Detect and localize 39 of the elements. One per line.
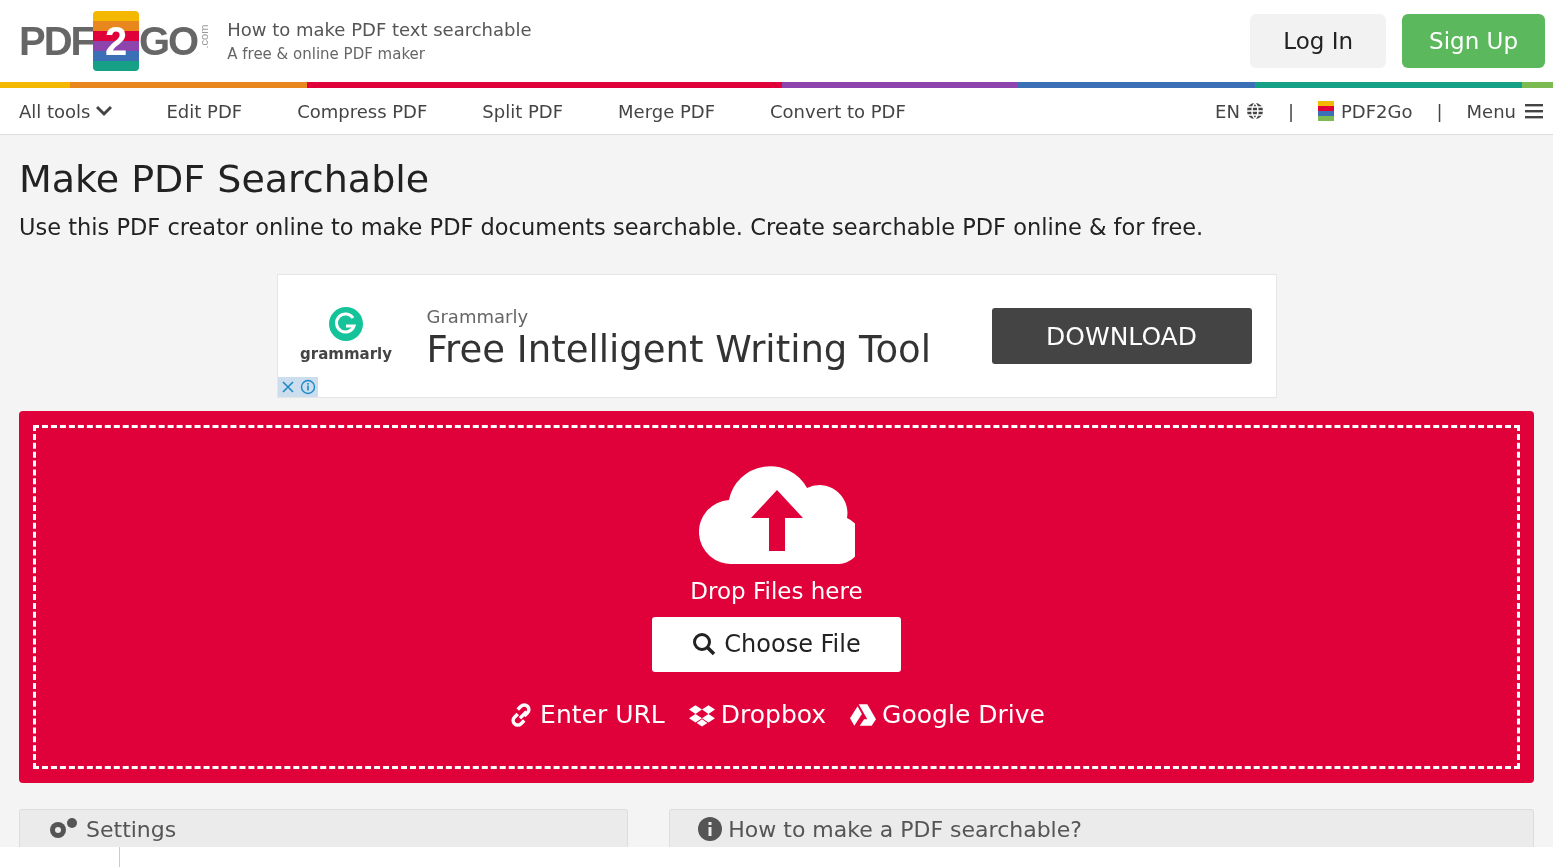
ad-logo-text: grammarly xyxy=(300,344,392,366)
language-selector[interactable]: EN xyxy=(1215,97,1264,125)
panel-header[interactable]: Settings xyxy=(19,809,629,848)
grammarly-logo-icon xyxy=(329,307,363,342)
info-icon xyxy=(297,377,318,398)
panel-title: Settings xyxy=(86,816,177,845)
nav-link[interactable]: Compress PDF xyxy=(297,97,428,125)
close-icon xyxy=(277,377,298,398)
panel-title: How to make a PDF searchable? xyxy=(728,816,1082,845)
nav-link[interactable]: All tools xyxy=(19,97,112,125)
page-description: Use this PDF creator online to make PDF documents searchable. Create searchable PDF online & for free. xyxy=(19,212,1205,242)
log-in-button[interactable]: Log In xyxy=(1250,13,1387,69)
brand-link[interactable]: PDF2Go xyxy=(1318,97,1413,125)
ad-advertiser: Grammarly xyxy=(426,304,530,329)
download-button[interactable]: DOWNLOAD xyxy=(991,308,1252,365)
separator: | xyxy=(1287,99,1294,124)
nav-link[interactable]: Convert to PDF xyxy=(770,97,906,125)
separator: | xyxy=(1436,99,1443,124)
site-tagline: How to make PDF text searchable xyxy=(227,18,532,43)
nav-link[interactable]: Merge PDF xyxy=(618,97,715,125)
nav-link[interactable]: Edit PDF xyxy=(166,97,243,125)
page-title: Make PDF Searchable xyxy=(19,157,431,203)
site-subtitle: A free & online PDF maker xyxy=(227,44,426,66)
globe-icon xyxy=(1245,102,1264,120)
drive-icon xyxy=(850,701,877,728)
menu-button[interactable]: Menu xyxy=(1466,97,1543,125)
upload-source-link[interactable]: Google Drive xyxy=(850,695,1045,734)
search-icon xyxy=(692,632,717,657)
upload-source-link[interactable]: Enter URL xyxy=(508,695,665,734)
panel-header[interactable]: How to make a PDF searchable? xyxy=(669,809,1534,848)
info-icon xyxy=(698,817,723,842)
upload-source-link[interactable]: Dropbox xyxy=(688,695,827,734)
menu-icon xyxy=(1525,103,1543,119)
document-icon xyxy=(1318,101,1334,121)
nav-link[interactable]: Split PDF xyxy=(482,97,564,125)
ad-headline: Free Intelligent Writing Tool xyxy=(426,329,931,371)
upload-area[interactable]: Drop Files here Choose File Enter URL Dropbox Google Drive xyxy=(19,411,1534,784)
choose-file-button[interactable]: Choose File xyxy=(652,616,901,672)
drop-files-text: Drop Files here xyxy=(690,577,863,607)
